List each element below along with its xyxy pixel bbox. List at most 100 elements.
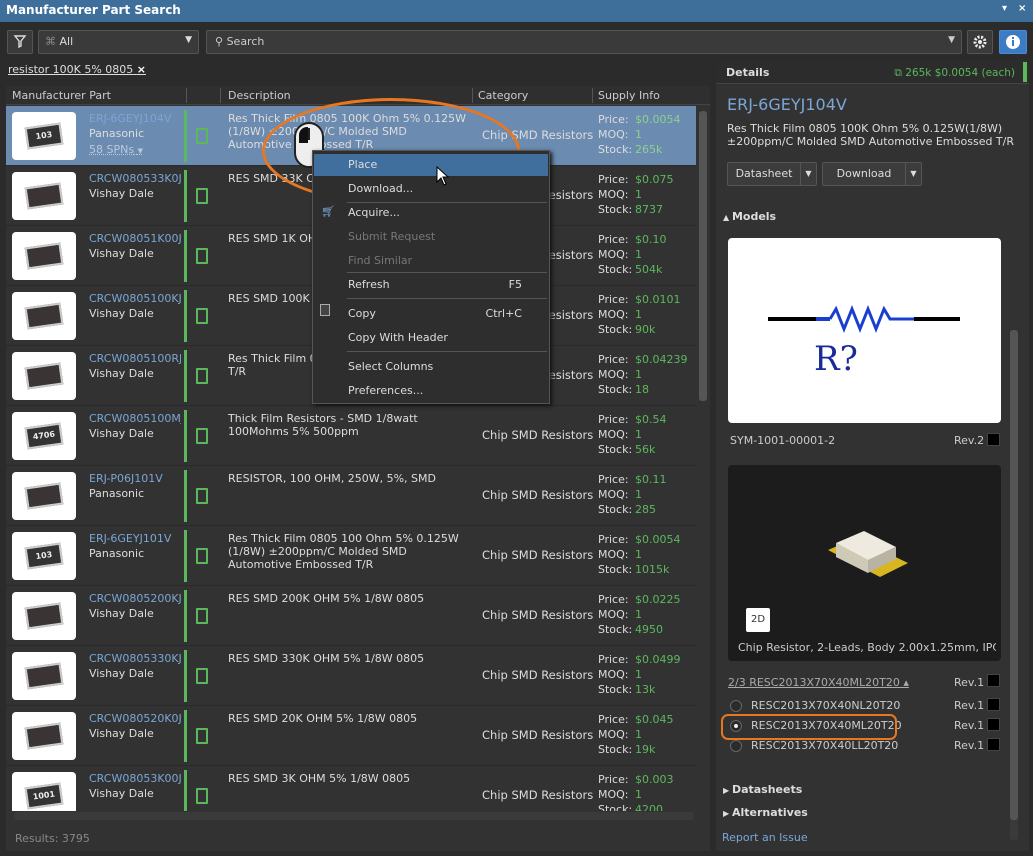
price-label: Price: [598, 773, 629, 786]
col-supply-info[interactable]: Supply Info [598, 89, 660, 102]
moq-value: 1 [635, 248, 642, 261]
price-label: Price: [598, 593, 629, 606]
datasheets-section-header[interactable]: ▶ Datasheets [723, 783, 802, 796]
part-category: Chip SMD Resistors [482, 488, 594, 502]
datasheet-button[interactable]: Datasheet ▼ [727, 162, 817, 186]
settings-button[interactable] [967, 30, 993, 54]
category-value: All [59, 35, 74, 48]
col-manufacturer-part[interactable]: Manufacturer Part [12, 89, 111, 102]
table-row[interactable]: 1001 CRCW08053K00JN Vishay Dale RES SMD 3K … [6, 766, 696, 811]
window-title-bar: Manufacturer Part Search ▾ × [0, 0, 1033, 22]
info-button[interactable] [999, 30, 1027, 54]
part-number-link[interactable]: CRCW08051K00JN [89, 232, 181, 245]
manufacturer: Vishay Dale [89, 607, 154, 620]
part-description: RESISTOR, 100 OHM, 250W, 5%, SMD [228, 472, 436, 485]
download-dropdown-icon[interactable]: ▼ [905, 163, 921, 185]
download-button[interactable]: Download ▼ [822, 162, 922, 186]
stock-value: 56k [635, 443, 656, 456]
symbol-preview[interactable]: R? [728, 238, 1001, 423]
spn-link[interactable]: 58 SPNs ▼ [89, 143, 143, 156]
part-number-link[interactable]: ERJ-6GEYJ104V [89, 112, 181, 125]
vertical-scrollbar[interactable] [698, 106, 708, 811]
part-number-link[interactable]: ERJ-P06J101V [89, 472, 181, 485]
part-number-link[interactable]: CRCW0805330KJN [89, 652, 181, 665]
table-row[interactable]: 4706 CRCW0805100MJ Vishay Dale Thick Film R… [6, 406, 696, 466]
price-value: $0.0499 [635, 653, 681, 666]
part-number-link[interactable]: CRCW0805100MJ [89, 412, 181, 425]
stock-label: Stock: [598, 263, 633, 276]
manufacturer: Panasonic [89, 127, 145, 140]
models-section-header[interactable]: ▲ Models [723, 210, 776, 223]
part-number-link[interactable]: ERJ-6GEYJ101V [89, 532, 181, 545]
part-number-link[interactable]: CRCW0805200KJN [89, 592, 181, 605]
part-number-link[interactable]: CRCW080533K0JN [89, 172, 181, 185]
menu-item-acquire[interactable]: Acquire... [348, 206, 400, 219]
panel-menu-icon[interactable]: ▾ [1002, 3, 1007, 14]
scroll-thumb[interactable] [1010, 330, 1018, 820]
variant-radio[interactable] [730, 700, 742, 712]
part-number-link[interactable]: CRCW08053K00JN [89, 772, 181, 785]
footprint-preview[interactable]: 2D Chip Resistor, 2-Leads, Body 2.00x1.2… [728, 465, 1001, 661]
price-value: $0.0054 [635, 113, 681, 126]
designator-label: R? [814, 339, 858, 379]
table-row[interactable]: 103 ERJ-6GEYJ101V Panasonic Res Thick Film … [6, 526, 696, 586]
filter-chip[interactable]: resistor 100K 5% 0805 × [8, 63, 146, 76]
menu-item-refresh[interactable]: Refresh [348, 278, 390, 291]
part-number-link[interactable]: CRCW0805100RJN [89, 352, 181, 365]
details-summary-text: 265k $0.0054 (each) [905, 67, 1015, 79]
stock-value: 19k [635, 743, 656, 756]
stock-label: Stock: [598, 323, 633, 336]
search-icon: ⚲ [215, 35, 227, 48]
moq-label: MOQ: [598, 428, 629, 441]
details-scrollbar[interactable] [1010, 330, 1018, 840]
col-divider[interactable] [186, 88, 187, 103]
menu-item-preferences[interactable]: Preferences... [348, 384, 423, 397]
table-row[interactable]: CRCW0805330KJN Vishay Dale RES SMD 330K OH… [6, 646, 696, 706]
filter-button[interactable] [7, 30, 33, 54]
part-description: RES SMD 20K OHM 5% 1/8W 0805 [228, 712, 418, 725]
component-icon [196, 488, 208, 504]
component-icon [196, 368, 208, 384]
table-row[interactable]: CRCW0805200KJN Vishay Dale RES SMD 200K OH… [6, 586, 696, 646]
menu-item-copy[interactable]: Copy [348, 307, 376, 320]
chip-image [24, 302, 64, 330]
variant-selector[interactable]: 2/3 RESC2013X70X40ML20T20 ▴ [728, 676, 909, 689]
horizontal-scrollbar[interactable] [14, 812, 694, 820]
col-category[interactable]: Category [478, 89, 528, 102]
menu-item-download[interactable]: Download... [348, 182, 413, 195]
menu-item-copy-with-header[interactable]: Copy With Header [348, 331, 448, 344]
stock-label: Stock: [598, 623, 633, 636]
search-dropdown-icon[interactable]: ▼ [948, 35, 955, 45]
results-count: Results: 3795 [15, 832, 90, 845]
col-description[interactable]: Description [228, 89, 291, 102]
category-select[interactable]: ⌘ All ▼ [38, 30, 199, 54]
alternatives-section-header[interactable]: ▶ Alternatives [723, 806, 808, 819]
datasheet-dropdown-icon[interactable]: ▼ [800, 163, 816, 185]
moq-label: MOQ: [598, 188, 629, 201]
report-issue-link[interactable]: Report an Issue [722, 831, 808, 844]
moq-label: MOQ: [598, 128, 629, 141]
scroll-thumb[interactable] [699, 111, 707, 401]
col-divider[interactable] [592, 88, 593, 103]
copy-icon [320, 304, 330, 316]
toggle-2d-button[interactable]: 2D [746, 608, 770, 632]
close-icon[interactable]: × [1018, 3, 1026, 14]
variant-radio[interactable] [730, 740, 742, 752]
supply-info: Price: $0.0101 MOQ: 1 Stock: 90k [598, 292, 681, 337]
part-thumbnail: 1001 [12, 772, 76, 811]
menu-item-select-columns[interactable]: Select Columns [348, 360, 433, 373]
table-row[interactable]: ERJ-P06J101V Panasonic RESISTOR, 100 OHM, … [6, 466, 696, 526]
search-input[interactable]: ⚲ Search ▼ [206, 30, 962, 54]
stock-label: Stock: [598, 803, 633, 811]
variant-row[interactable]: RESC2013X70X40LL20T20 Rev.1 [728, 738, 1018, 756]
stock-value: 504k [635, 263, 663, 276]
stock-label: Stock: [598, 743, 633, 756]
part-number-link[interactable]: CRCW080520K0JN [89, 712, 181, 725]
supply-info: Price: $0.0054 MOQ: 1 Stock: 265k [598, 112, 681, 157]
part-number-link[interactable]: CRCW0805100KJN [89, 292, 181, 305]
filter-chip-close-icon[interactable]: × [137, 63, 146, 76]
menu-item-place[interactable]: Place [314, 154, 548, 176]
col-divider[interactable] [472, 88, 473, 103]
table-row[interactable]: CRCW080520K0JN Vishay Dale RES SMD 20K OHM… [6, 706, 696, 766]
col-divider[interactable] [220, 88, 221, 103]
